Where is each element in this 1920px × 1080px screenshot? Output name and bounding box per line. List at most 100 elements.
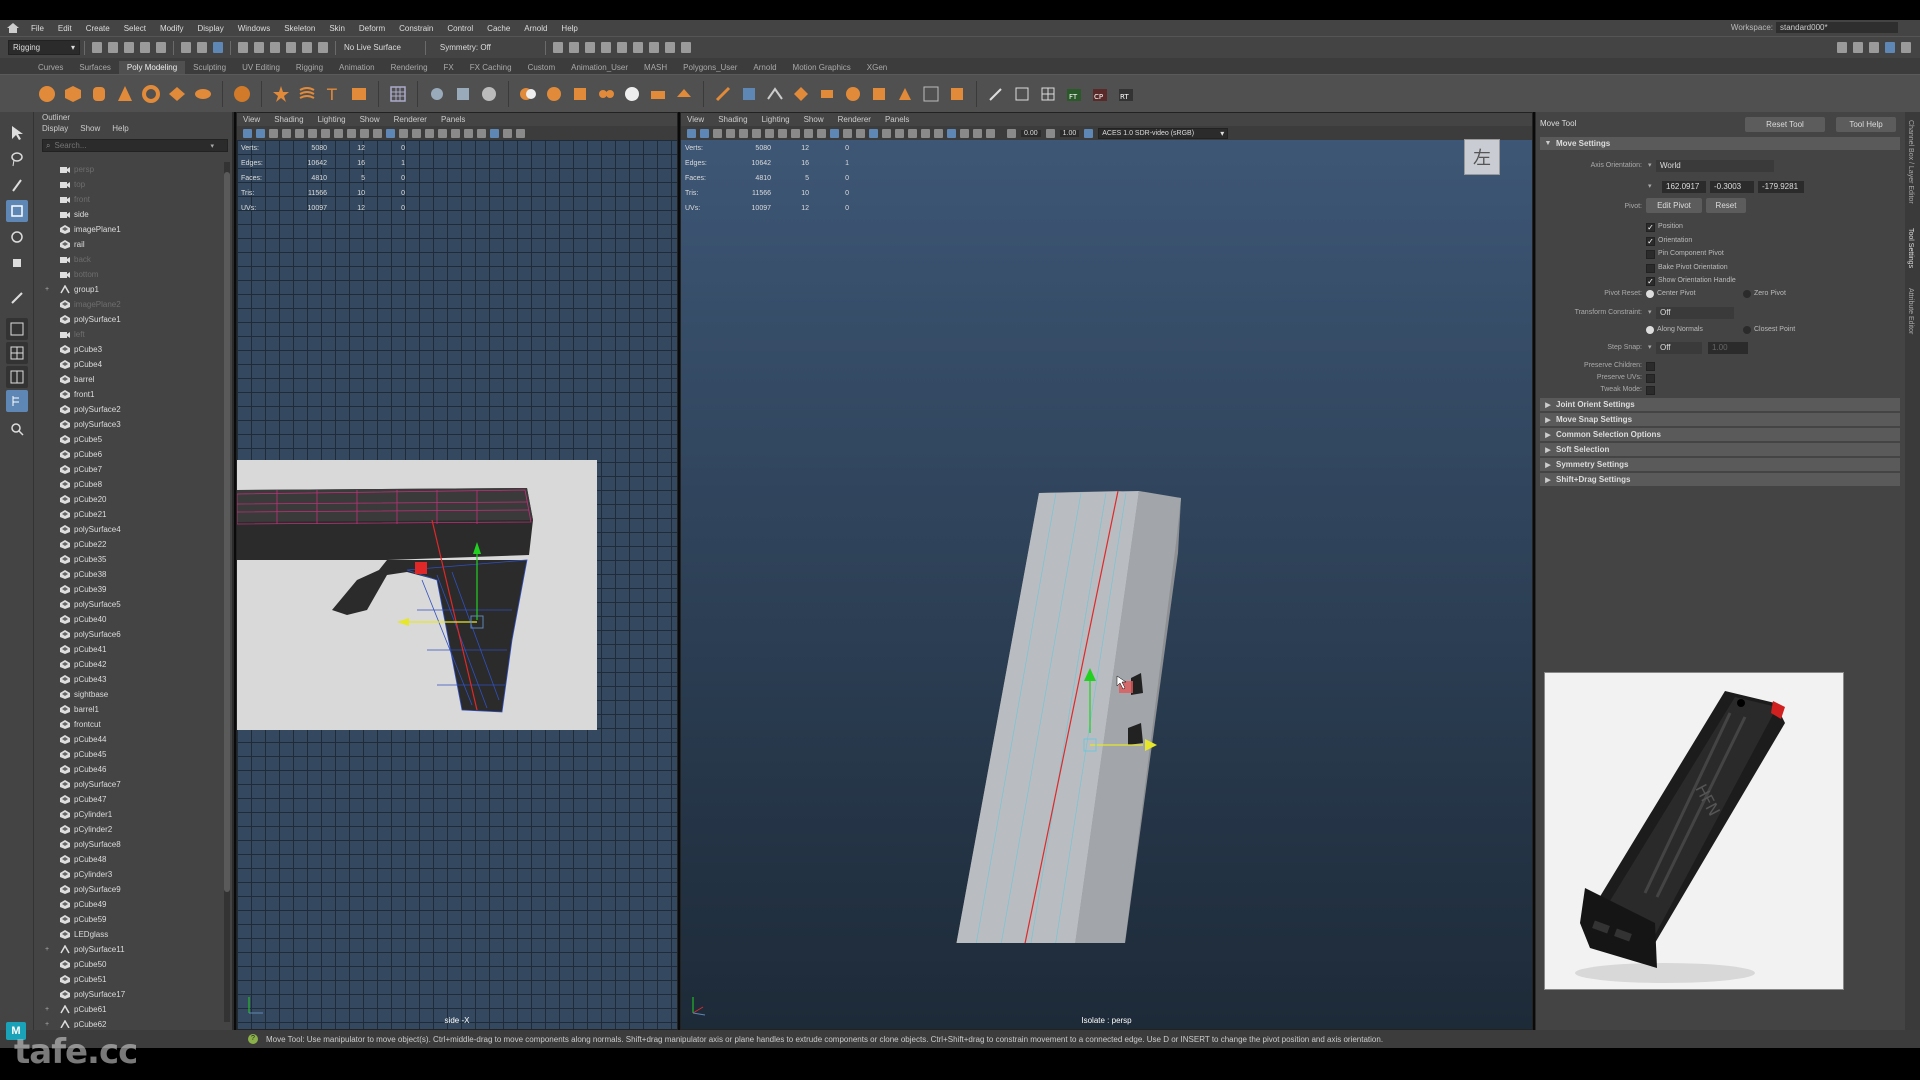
channel-box-tab[interactable]: Channel Box / Layer Editor bbox=[1907, 120, 1914, 204]
snap-curve-icon[interactable] bbox=[254, 42, 264, 53]
tool-help-button[interactable]: Tool Help bbox=[1836, 117, 1896, 132]
wireframe-on-shaded-icon[interactable] bbox=[830, 128, 839, 138]
live-surface-label[interactable]: No Live Surface bbox=[344, 43, 401, 52]
offset-loop-icon[interactable] bbox=[843, 84, 863, 104]
outliner-item[interactable]: polySurface2 bbox=[42, 402, 222, 417]
preserve-children-checkbox[interactable] bbox=[1646, 362, 1655, 371]
grid-icon[interactable] bbox=[739, 128, 748, 138]
menu-item[interactable]: Constrain bbox=[392, 24, 440, 33]
axis-orientation-dropdown[interactable]: World bbox=[1656, 160, 1774, 172]
plane-icon[interactable] bbox=[167, 84, 187, 104]
attribute-editor-icon[interactable] bbox=[1901, 42, 1911, 53]
grid-tool-icon[interactable] bbox=[1038, 84, 1058, 104]
outliner-item[interactable]: pCube7 bbox=[42, 462, 222, 477]
snap-view-plane-icon[interactable] bbox=[286, 42, 296, 53]
select-camera-icon[interactable] bbox=[243, 128, 252, 138]
ipr-render-icon[interactable] bbox=[584, 42, 595, 53]
fill-hole-icon[interactable] bbox=[947, 84, 967, 104]
film-gate-icon[interactable] bbox=[308, 128, 317, 138]
outliner-item[interactable]: polySurface7 bbox=[42, 777, 222, 792]
outliner-item[interactable]: pCylinder3 bbox=[42, 867, 222, 882]
quad-draw-icon[interactable] bbox=[791, 84, 811, 104]
reset-tool-button[interactable]: Reset Tool bbox=[1745, 117, 1825, 132]
outliner-item[interactable]: + group1 bbox=[42, 282, 222, 297]
shelf-tab[interactable]: Animation_User bbox=[563, 61, 636, 74]
render-view-icon[interactable] bbox=[552, 42, 563, 53]
sign-in-icon[interactable] bbox=[1837, 42, 1847, 53]
collapsed-section[interactable]: ▶ Common Selection Options bbox=[1540, 428, 1900, 441]
shadows-icon[interactable] bbox=[451, 128, 460, 138]
single-perspective-layout-icon[interactable] bbox=[6, 318, 28, 340]
film-gate-icon[interactable] bbox=[752, 128, 761, 138]
outliner-item[interactable]: side bbox=[42, 207, 222, 222]
outliner-scrollbar[interactable] bbox=[224, 162, 230, 1022]
outliner-item[interactable]: + polySurface11 bbox=[42, 942, 222, 957]
outliner-item[interactable]: pCube40 bbox=[42, 612, 222, 627]
workspace-value[interactable]: standard000* bbox=[1776, 22, 1898, 33]
safe-action-icon[interactable] bbox=[360, 128, 369, 138]
torus-icon[interactable] bbox=[141, 84, 161, 104]
workspace-selector[interactable]: Workspace: standard000* bbox=[1731, 22, 1898, 33]
viewport-menu-item[interactable]: Panels bbox=[441, 115, 465, 124]
outliner-item[interactable]: polySurface17 bbox=[42, 987, 222, 1002]
textured-icon[interactable] bbox=[425, 128, 434, 138]
menu-item[interactable]: Arnold bbox=[517, 24, 554, 33]
outliner-menu-item[interactable]: Help bbox=[112, 124, 128, 137]
xray-icon[interactable] bbox=[960, 128, 969, 138]
platonic-icon[interactable] bbox=[232, 84, 252, 104]
outliner-item[interactable]: pCylinder1 bbox=[42, 807, 222, 822]
light-editor-icon[interactable] bbox=[648, 42, 659, 53]
combine-icon[interactable] bbox=[388, 84, 408, 104]
color-management-icon[interactable] bbox=[1084, 128, 1094, 138]
viewcube[interactable]: 左 bbox=[1464, 139, 1500, 175]
axis-value-y[interactable]: -0.3003 bbox=[1710, 181, 1754, 193]
boolean-union-icon[interactable] bbox=[518, 84, 538, 104]
camera-attributes-icon[interactable] bbox=[256, 128, 265, 138]
render-frame-icon[interactable] bbox=[568, 42, 579, 53]
motion-blur-icon[interactable] bbox=[921, 128, 930, 138]
gamma-icon[interactable] bbox=[1045, 128, 1055, 138]
open-scene-icon[interactable] bbox=[108, 42, 118, 53]
outliner-item[interactable]: pCube44 bbox=[42, 732, 222, 747]
expand-icon[interactable]: + bbox=[42, 1021, 52, 1028]
outliner-item[interactable]: pCube41 bbox=[42, 642, 222, 657]
center-pivot-radio[interactable] bbox=[1646, 290, 1654, 298]
shelf-tab[interactable]: Rigging bbox=[288, 61, 331, 74]
outliner-item[interactable]: barrel1 bbox=[42, 702, 222, 717]
select-tool-icon[interactable] bbox=[6, 122, 28, 144]
textured-icon[interactable] bbox=[869, 128, 878, 138]
boolean-intersect-icon[interactable] bbox=[570, 84, 590, 104]
cube-icon[interactable] bbox=[63, 84, 83, 104]
outliner-item[interactable]: pCube49 bbox=[42, 897, 222, 912]
cp-tool-icon[interactable]: CP bbox=[1090, 84, 1110, 104]
outliner-item[interactable]: pCube47 bbox=[42, 792, 222, 807]
redo-icon[interactable] bbox=[156, 42, 166, 53]
menu-item[interactable]: Select bbox=[117, 24, 153, 33]
viewport-menu-item[interactable]: Renderer bbox=[838, 115, 871, 124]
tool-settings-icon[interactable] bbox=[1885, 42, 1895, 53]
pivot-checkbox[interactable] bbox=[1646, 250, 1655, 259]
expand-icon[interactable]: + bbox=[42, 286, 52, 293]
viewport-menu-item[interactable]: Lighting bbox=[762, 115, 790, 124]
render-settings-icon[interactable] bbox=[600, 42, 611, 53]
crease-icon[interactable] bbox=[921, 84, 941, 104]
outliner-item[interactable]: pCube43 bbox=[42, 672, 222, 687]
outliner-menu-item[interactable]: Show bbox=[80, 124, 100, 137]
magazine-model[interactable] bbox=[881, 373, 1221, 943]
shelf-tab[interactable]: Motion Graphics bbox=[785, 61, 859, 74]
modeling-toolkit-icon[interactable] bbox=[1853, 42, 1863, 53]
viewport-menu-item[interactable]: View bbox=[243, 115, 260, 124]
shelf-tab[interactable]: Custom bbox=[520, 61, 564, 74]
outliner-item[interactable]: pCube45 bbox=[42, 747, 222, 762]
closest-point-radio[interactable] bbox=[1743, 326, 1751, 334]
isolate-select-icon[interactable] bbox=[490, 128, 499, 138]
ft-tool-icon[interactable]: FT bbox=[1064, 84, 1084, 104]
expand-icon[interactable]: + bbox=[42, 946, 52, 953]
separate-icon[interactable] bbox=[427, 84, 447, 104]
outliner-layout-icon[interactable] bbox=[6, 390, 28, 412]
new-scene-icon[interactable] bbox=[92, 42, 102, 53]
menu-item[interactable]: Help bbox=[554, 24, 584, 33]
search-input[interactable] bbox=[50, 141, 211, 150]
section-move-settings[interactable]: ▼ Move Settings bbox=[1540, 137, 1900, 150]
uv-editor-icon[interactable] bbox=[1012, 84, 1032, 104]
